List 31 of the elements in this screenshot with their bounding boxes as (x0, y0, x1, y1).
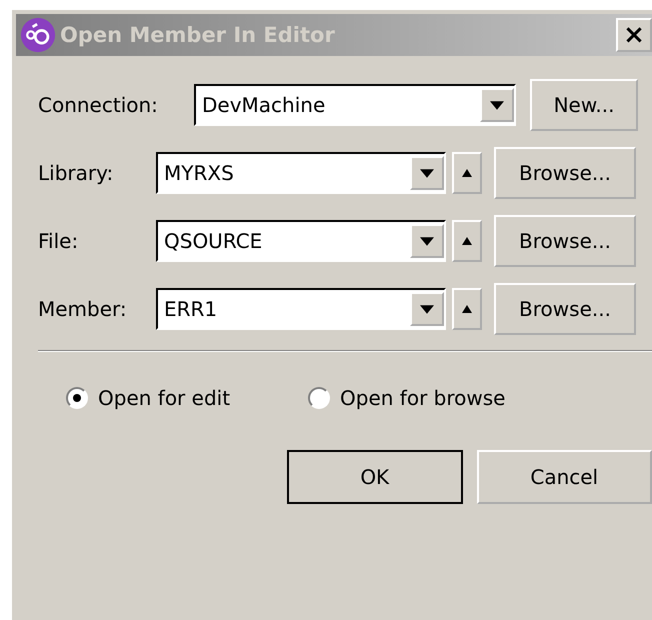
up-button[interactable] (452, 152, 482, 194)
new-button[interactable]: New... (530, 79, 638, 131)
radio-label: Open for edit (98, 386, 230, 410)
field-label: File: (38, 229, 80, 253)
up-button[interactable] (452, 220, 482, 262)
field-label: Library: (38, 161, 114, 185)
dropdown-arrow-icon (420, 168, 434, 178)
up-arrow-icon (462, 168, 472, 178)
window-title: Open Member In Editor (60, 23, 336, 47)
up-arrow-icon (462, 236, 472, 246)
value-combo[interactable]: ERR1 (156, 288, 446, 330)
value-combo[interactable]: QSOURCE (156, 220, 446, 262)
up-arrow-icon (462, 304, 472, 314)
browse-button[interactable]: Browse... (494, 147, 636, 199)
browse-button[interactable]: Browse... (494, 215, 636, 267)
browse-button[interactable]: Browse... (494, 283, 636, 335)
up-button[interactable] (452, 288, 482, 330)
ok-button[interactable]: OK (287, 450, 462, 504)
dropdown-arrow-icon (420, 236, 434, 246)
radio-label: Open for browse (340, 386, 506, 410)
dropdown-arrow-icon (490, 100, 504, 110)
connection-label: Connection: (38, 93, 159, 117)
app-logo-icon (20, 17, 56, 53)
connection-combo[interactable]: DevMachine (194, 84, 516, 126)
close-button[interactable]: × (616, 18, 652, 52)
radio-button[interactable] (66, 387, 88, 409)
value-combo[interactable]: MYRXS (156, 152, 446, 194)
cancel-button[interactable]: Cancel (476, 450, 652, 504)
radio-button[interactable] (308, 387, 330, 409)
field-label: Member: (38, 297, 128, 321)
dropdown-arrow-icon (420, 304, 434, 314)
